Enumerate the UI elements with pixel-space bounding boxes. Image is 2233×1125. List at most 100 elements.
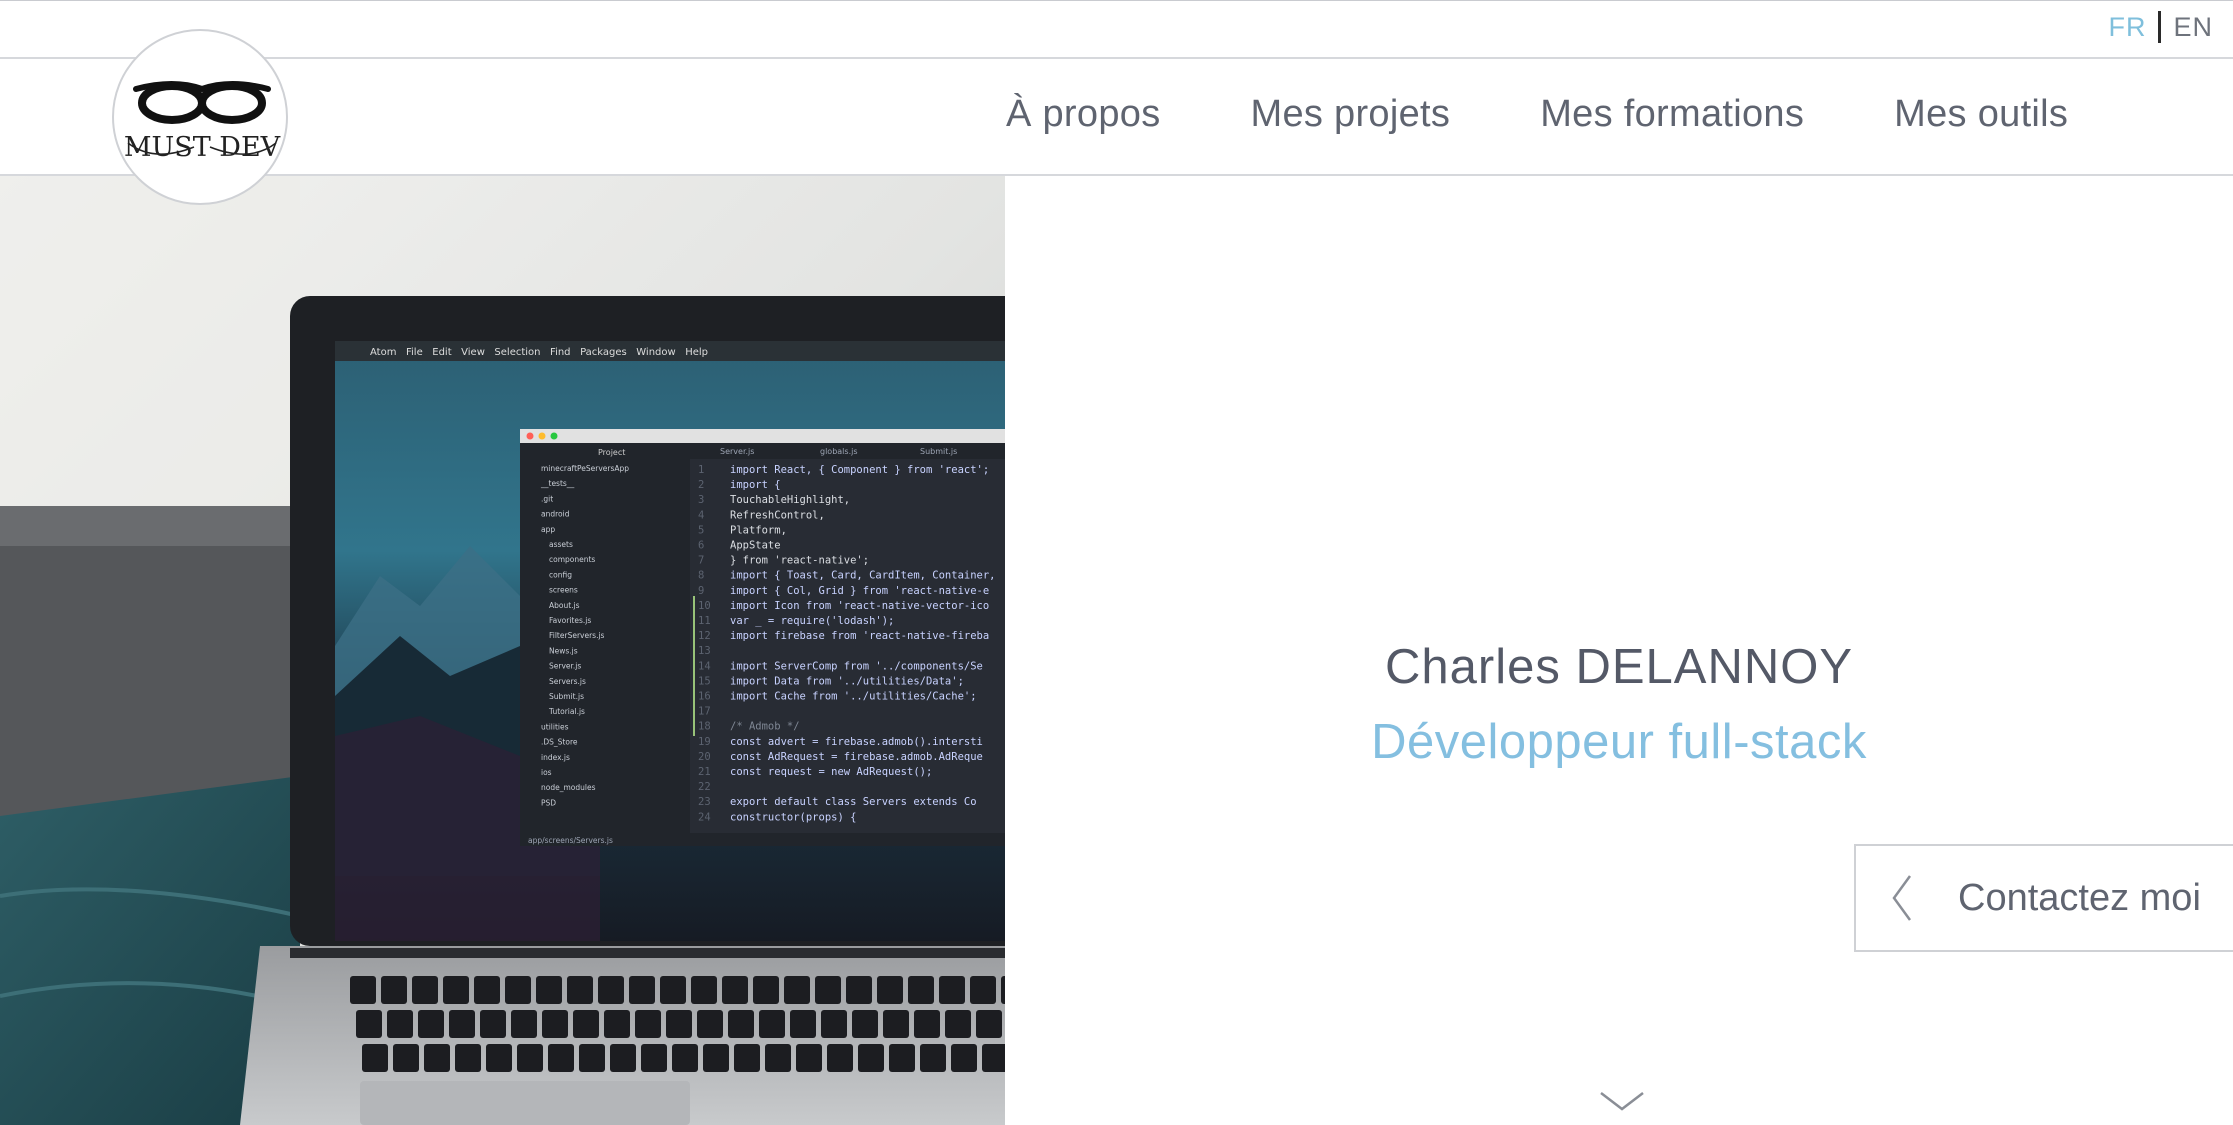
main-nav: À propos Mes projets Mes formations Mes … xyxy=(1006,93,2068,136)
photo-tree-item: index.js xyxy=(541,753,570,762)
photo-tree-item: ios xyxy=(541,768,552,777)
photo-keyboard-key xyxy=(418,1010,444,1038)
lang-fr-link[interactable]: FR xyxy=(2108,12,2146,43)
photo-keyboard-key xyxy=(914,1010,940,1038)
photo-tree-item: About.js xyxy=(549,601,580,610)
photo-line-number: 11 xyxy=(698,615,711,627)
photo-keyboard-key xyxy=(393,1044,419,1072)
photo-line-number: 7 xyxy=(698,555,704,567)
photo-tree-item: FilterServers.js xyxy=(549,631,605,640)
hero-role: Développeur full-stack xyxy=(1371,715,1867,769)
photo-code-line: constructor(props) { xyxy=(730,811,856,823)
hero-photo: Atom File Edit View Selection Find Packa… xyxy=(0,176,1005,1125)
photo-code-line: import React, { Component } from 'react'… xyxy=(730,464,989,476)
photo-keyboard-key xyxy=(356,1010,382,1038)
photo-keyboard-key xyxy=(976,1010,1002,1038)
photo-code-line: import Icon from 'react-native-vector-ic… xyxy=(730,600,989,612)
photo-tree-item: node_modules xyxy=(541,783,596,792)
hero-name-wrap: Charles DELANNOY xyxy=(1005,639,2233,695)
photo-keyboard-key xyxy=(480,1010,506,1038)
svg-text:Project: Project xyxy=(598,448,625,457)
photo-keyboard-key xyxy=(889,1044,915,1072)
photo-keyboard-key xyxy=(505,976,531,1004)
photo-keyboard-key xyxy=(579,1044,605,1072)
photo-tree-item: utilities xyxy=(541,722,569,731)
language-bar: FR EN xyxy=(0,0,2233,59)
photo-keyboard-key xyxy=(784,976,810,1004)
photo-line-number: 24 xyxy=(698,811,711,823)
photo-keyboard-key xyxy=(610,1044,636,1072)
photo-keyboard-key xyxy=(641,1044,667,1072)
photo-keyboard-key xyxy=(691,976,717,1004)
photo-tree-item: screens xyxy=(549,586,578,595)
photo-code-line: RefreshControl, xyxy=(730,509,825,521)
photo-code-line: import ServerComp from '../components/Se xyxy=(730,660,983,672)
language-switcher: FR EN xyxy=(2108,11,2213,43)
site-logo[interactable]: MUST DEV xyxy=(112,29,288,205)
photo-tree-item: Tutorial.js xyxy=(548,707,585,716)
photo-keyboard-key xyxy=(350,976,376,1004)
photo-keyboard-key xyxy=(970,976,996,1004)
photo-tree-item: Servers.js xyxy=(549,677,586,686)
photo-keyboard-key xyxy=(703,1044,729,1072)
photo-line-number: 15 xyxy=(698,675,711,687)
photo-keyboard-key xyxy=(734,1044,760,1072)
photo-code-line: /* Admob */ xyxy=(730,721,800,733)
photo-keyboard-key xyxy=(796,1044,822,1072)
photo-keyboard-key xyxy=(598,976,624,1004)
photo-line-number: 22 xyxy=(698,781,711,793)
photo-tree-item: app xyxy=(541,525,555,534)
photo-keyboard-key xyxy=(629,976,655,1004)
photo-line-number: 14 xyxy=(698,660,711,672)
photo-keyboard-key xyxy=(939,976,965,1004)
photo-line-number: 13 xyxy=(698,645,711,657)
photo-line-number: 18 xyxy=(698,721,711,733)
photo-keyboard-key xyxy=(486,1044,512,1072)
photo-tree-item: .DS_Store xyxy=(541,738,578,747)
photo-keyboard-key xyxy=(827,1044,853,1072)
chevron-left-icon xyxy=(1892,875,1912,921)
photo-line-number: 23 xyxy=(698,796,711,808)
photo-line-number: 1 xyxy=(698,464,704,476)
photo-keyboard-key xyxy=(697,1010,723,1038)
photo-code-line: import firebase from 'react-native-fireb… xyxy=(730,630,989,642)
photo-code-line: export default class Servers extends Co xyxy=(730,796,977,808)
photo-keyboard-key xyxy=(815,976,841,1004)
nav-item-mes-outils[interactable]: Mes outils xyxy=(1894,93,2068,136)
photo-tree-item: components xyxy=(549,555,595,564)
contact-button[interactable]: Contactez moi xyxy=(1854,844,2233,952)
lang-separator xyxy=(2158,11,2162,43)
photo-keyboard-key xyxy=(604,1010,630,1038)
nav-item-mes-projets[interactable]: Mes projets xyxy=(1251,93,1451,136)
photo-tree-item: News.js xyxy=(549,646,578,655)
photo-keyboard-key xyxy=(852,1010,878,1038)
photo-keyboard-key xyxy=(666,1010,692,1038)
photo-keyboard-key xyxy=(846,976,872,1004)
photo-keyboard-key xyxy=(449,1010,475,1038)
svg-text:app/screens/Servers.js: app/screens/Servers.js xyxy=(528,836,613,845)
photo-keyboard-key xyxy=(821,1010,847,1038)
photo-line-number: 17 xyxy=(698,706,711,718)
photo-tree-item: Server.js xyxy=(549,662,581,671)
nav-item-a-propos[interactable]: À propos xyxy=(1006,93,1161,136)
chevron-down-icon[interactable] xyxy=(1599,1090,1645,1114)
photo-keyboard-key xyxy=(883,1010,909,1038)
photo-line-number: 4 xyxy=(698,509,704,521)
photo-keyboard-key xyxy=(548,1044,574,1072)
photo-keyboard-key xyxy=(908,976,934,1004)
lang-en-link[interactable]: EN xyxy=(2173,12,2213,43)
photo-keyboard-key xyxy=(536,976,562,1004)
photo-tab-label: Submit.js xyxy=(920,447,957,456)
photo-code-line: Platform, xyxy=(730,524,787,536)
photo-keyboard-key xyxy=(517,1044,543,1072)
photo-keyboard-key xyxy=(542,1010,568,1038)
photo-line-number: 5 xyxy=(698,524,704,536)
photo-code-line: TouchableHighlight, xyxy=(730,494,850,506)
photo-tree-item: config xyxy=(549,570,572,579)
photo-code-line: AppState xyxy=(730,540,781,552)
photo-line-number: 3 xyxy=(698,494,704,506)
photo-line-number: 8 xyxy=(698,570,704,582)
nav-item-mes-formations[interactable]: Mes formations xyxy=(1540,93,1804,136)
photo-tab-label: globals.js xyxy=(820,447,858,456)
photo-line-number: 10 xyxy=(698,600,711,612)
